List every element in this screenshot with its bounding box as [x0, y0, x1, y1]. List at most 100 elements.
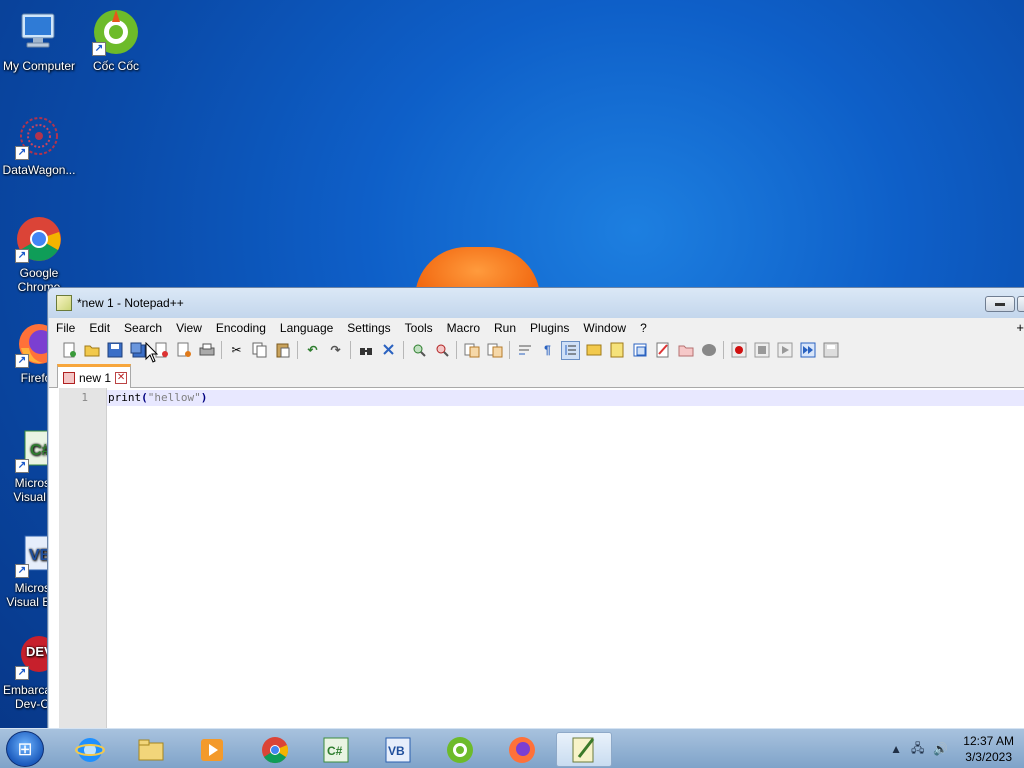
doc-map-icon[interactable]: [607, 341, 626, 360]
toolbar: ✂ ↶ ↷ ¶: [49, 338, 1024, 362]
tab-label: new 1: [79, 370, 112, 385]
copy-icon[interactable]: [250, 341, 269, 360]
undo-icon[interactable]: ↶: [303, 341, 322, 360]
record-macro-icon[interactable]: [729, 341, 748, 360]
folder-as-workspace-icon[interactable]: [653, 341, 672, 360]
menu-run[interactable]: Run: [487, 321, 523, 335]
print-icon[interactable]: [197, 341, 216, 360]
notepadpp-window[interactable]: *new 1 - Notepad++ ▬ □ File Edit Search …: [47, 287, 1024, 732]
menu-bar: File Edit Search View Encoding Language …: [49, 318, 1024, 338]
play-macro-icon[interactable]: [775, 341, 794, 360]
notepadpp-icon: [572, 737, 595, 762]
find-icon[interactable]: [356, 341, 375, 360]
redo-icon[interactable]: ↷: [326, 341, 345, 360]
menu-help[interactable]: ?: [633, 321, 654, 335]
show-all-chars-icon[interactable]: ¶: [538, 341, 557, 360]
unsaved-file-icon: [63, 371, 75, 384]
clock-date: 3/3/2023: [965, 750, 1012, 764]
indent-guide-icon[interactable]: [561, 340, 580, 360]
taskbar-chrome[interactable]: [247, 732, 303, 767]
menu-window[interactable]: Window: [576, 321, 633, 335]
notepadpp-app-icon: [56, 295, 72, 311]
taskbar-internet-explorer[interactable]: [62, 732, 118, 767]
monitoring-icon[interactable]: [699, 341, 718, 360]
chrome-icon: [262, 736, 289, 763]
paste-icon[interactable]: [273, 341, 292, 360]
taskbar-visual-csharp[interactable]: C#: [308, 732, 364, 767]
shortcut-arrow-icon: ↗: [15, 666, 29, 680]
mouse-cursor-icon: [145, 342, 159, 363]
open-file-icon[interactable]: [82, 341, 101, 360]
clock[interactable]: 12:37 AM 3/3/2023: [963, 733, 1014, 765]
code-string: "hellow": [147, 391, 201, 404]
taskbar-media-player[interactable]: [184, 732, 240, 767]
start-button[interactable]: ⊞: [6, 731, 44, 767]
datawagon-icon: ↗: [15, 112, 63, 160]
new-file-icon[interactable]: [59, 341, 78, 360]
editor-area[interactable]: 1 print("hellow"): [49, 388, 1024, 731]
desktop-icon-chrome[interactable]: ↗ Google Chrome: [1, 215, 77, 294]
save-icon[interactable]: [105, 341, 124, 360]
zoom-in-icon[interactable]: [409, 341, 428, 360]
word-wrap-icon[interactable]: [515, 341, 534, 360]
volume-icon[interactable]: 🔊: [933, 742, 948, 756]
window-titlebar[interactable]: *new 1 - Notepad++: [48, 288, 1024, 318]
menu-file[interactable]: File: [49, 321, 82, 335]
network-icon[interactable]: 🖧: [911, 739, 924, 760]
menu-view[interactable]: View: [169, 321, 209, 335]
close-icon[interactable]: ✕: [115, 371, 128, 384]
toolbar-separator: [350, 341, 351, 359]
taskbar-file-explorer[interactable]: [123, 732, 179, 767]
internet-explorer-icon: [75, 737, 105, 762]
toolbar-separator: [297, 341, 298, 359]
toolbar-separator: [221, 341, 222, 359]
line-number: 1: [81, 391, 88, 404]
replace-icon[interactable]: [379, 341, 398, 360]
desktop-icon-datawagon[interactable]: ↗ DataWagon...: [1, 112, 77, 177]
folder-icon[interactable]: [676, 341, 695, 360]
menu-macro[interactable]: Macro: [440, 321, 487, 335]
taskbar-notepadpp[interactable]: [556, 732, 612, 767]
taskbar-coc-coc[interactable]: [432, 732, 488, 767]
shortcut-arrow-icon: ↗: [15, 146, 29, 160]
stop-macro-icon[interactable]: [752, 341, 771, 360]
desktop-icon-my-computer[interactable]: My Computer: [1, 8, 77, 73]
computer-icon: [15, 8, 63, 56]
menu-settings[interactable]: Settings: [340, 321, 397, 335]
taskbar-firefox[interactable]: [494, 732, 550, 767]
tab-new-1[interactable]: new 1 ✕: [57, 364, 131, 388]
show-hidden-icons-icon[interactable]: ▲: [890, 742, 902, 756]
udl-icon[interactable]: [584, 341, 603, 360]
minimize-button[interactable]: ▬: [985, 296, 1015, 312]
cut-icon[interactable]: ✂: [227, 341, 246, 360]
clock-time: 12:37 AM: [963, 734, 1014, 748]
menu-tools[interactable]: Tools: [398, 321, 440, 335]
save-macro-icon[interactable]: [821, 341, 840, 360]
folder-icon: [138, 739, 164, 760]
svg-text:VB: VB: [388, 744, 405, 758]
firefox-icon: [509, 736, 535, 763]
close-all-icon[interactable]: [174, 341, 193, 360]
taskbar-visual-basic[interactable]: VB: [370, 732, 426, 767]
menu-encoding[interactable]: Encoding: [209, 321, 273, 335]
maximize-button[interactable]: □: [1017, 296, 1024, 312]
code-line[interactable]: print("hellow"): [108, 391, 207, 404]
function-list-icon[interactable]: [630, 341, 649, 360]
run-macro-multiple-icon[interactable]: [798, 341, 817, 360]
menu-search[interactable]: Search: [117, 321, 169, 335]
coc-coc-icon: [447, 736, 473, 763]
desktop-icon-label: Cốc Cốc: [92, 59, 139, 73]
menu-edit[interactable]: Edit: [82, 321, 117, 335]
media-player-icon: [201, 738, 223, 761]
zoom-out-icon[interactable]: [432, 341, 451, 360]
menu-language[interactable]: Language: [273, 321, 340, 335]
sync-horizontal-icon[interactable]: [485, 341, 504, 360]
svg-text:C#: C#: [327, 744, 343, 758]
menu-plus-button[interactable]: +: [1016, 320, 1024, 335]
sync-vertical-icon[interactable]: [462, 341, 481, 360]
chrome-icon: ↗: [15, 215, 63, 263]
desktop-icon-coc-coc[interactable]: ↗ Cốc Cốc: [78, 8, 154, 73]
taskbar: ⊞ C# VB ▲ 🖧 🔊 12:37 AM 3/3/2023: [0, 728, 1024, 768]
toolbar-separator: [509, 341, 510, 359]
menu-plugins[interactable]: Plugins: [523, 321, 576, 335]
